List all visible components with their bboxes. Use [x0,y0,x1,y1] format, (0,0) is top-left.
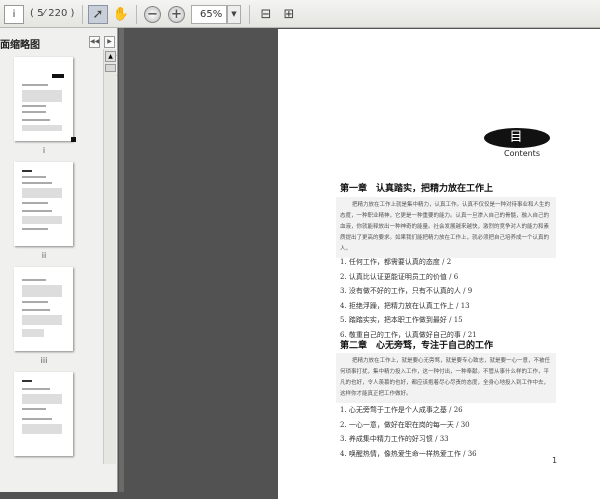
page-thumbnail[interactable] [14,162,73,246]
divider [249,5,250,24]
toc-item[interactable]: 1. 任何工作，都需要认真的态度 / 2 [340,257,477,272]
contents-logo: 目录 [484,128,550,165]
page-count: ( 5⁄ 220 ) [30,8,75,19]
toc-item[interactable]: 3. 养成集中精力工作的好习惯 / 33 [340,434,477,449]
chapter-heading: 第二章 心无旁骛，专注于自己的工作 [340,341,494,351]
hand-tool-icon[interactable]: ✋ [111,5,131,24]
page-thumbnail[interactable] [14,267,73,351]
page-number-input[interactable]: i [4,5,24,24]
toc-item[interactable]: 5. 踏踏实实，把本职工作做到最好 / 15 [340,315,477,330]
page-thumbnail[interactable] [14,372,73,456]
scroll-thumb[interactable] [105,64,116,72]
toc-item[interactable]: 3. 没有做不好的工作，只有不认真的人 / 9 [340,286,477,301]
thumbnail-list: i ii iii [0,49,103,464]
panel-splitter[interactable] [119,28,124,492]
fit-width-icon[interactable]: ⊟ [256,5,276,24]
toc-item[interactable]: 4. 唤醒热情，像热爱生命一样热爱工作 / 36 [340,449,477,464]
zoom-level-input[interactable]: 65% [191,5,227,24]
chapter-items: 1. 任何工作，都需要认真的态度 / 2 2. 认真比认证更能证明员工的价值 /… [340,257,477,344]
toc-item[interactable]: 2. 一心一意，做好在职在岗的每一天 / 30 [340,420,477,435]
scroll-up-icon[interactable]: ▲ [105,51,116,62]
current-page-marker [71,137,76,142]
divider [82,5,83,24]
toc-item[interactable]: 1. 心无旁骛于工作是个人成事之基 / 26 [340,405,477,420]
chapter-intro: 把精力放在工作上就是集中精力，认真工作。认真不仅仅是一种对待事业和人生的态度，一… [336,197,556,258]
toolbar: i ( 5⁄ 220 ) ➚ ✋ − + 65% ▼ ⊟ ⊞ [0,0,600,28]
page-thumbnail[interactable] [14,57,73,141]
zoom-dropdown-icon[interactable]: ▼ [227,5,241,24]
collapse-panel-icon[interactable]: ◀◀ [89,36,100,48]
thumbnail-label: iii [40,356,48,365]
document-page: 目录 Contents 第一章 认真踏实，把精力放在工作上 把精力放在工作上就是… [278,29,600,499]
thumbnail-scrollbar[interactable]: ▲ [103,49,116,464]
select-tool-icon[interactable]: ➚ [88,5,108,24]
zoom-out-icon[interactable]: − [144,6,161,23]
toc-item[interactable]: 2. 认真比认证更能证明员工的价值 / 6 [340,272,477,287]
divider [136,5,137,24]
thumbnail-label: i [42,146,46,155]
toc-item[interactable]: 4. 拒绝浮躁，把精力放在认真工作上 / 13 [340,301,477,316]
chapter-intro: 把精力放在工作上，就是要心无旁骛，就是要专心致志，就是要一心一意，不被任何琐事打… [336,353,556,403]
zoom-in-icon[interactable]: + [168,6,185,23]
contents-label: Contents [504,149,540,158]
chapter-items: 1. 心无旁骛于工作是个人成事之基 / 26 2. 一心一意，做好在职在岗的每一… [340,405,477,463]
thumbnail-label: ii [41,251,47,260]
chapter-heading: 第一章 认真踏实，把精力放在工作上 [340,184,494,194]
fit-page-icon[interactable]: ⊞ [279,5,299,24]
panel-menu-icon[interactable]: ▶ [104,36,115,48]
page-number: 1 [552,456,558,465]
